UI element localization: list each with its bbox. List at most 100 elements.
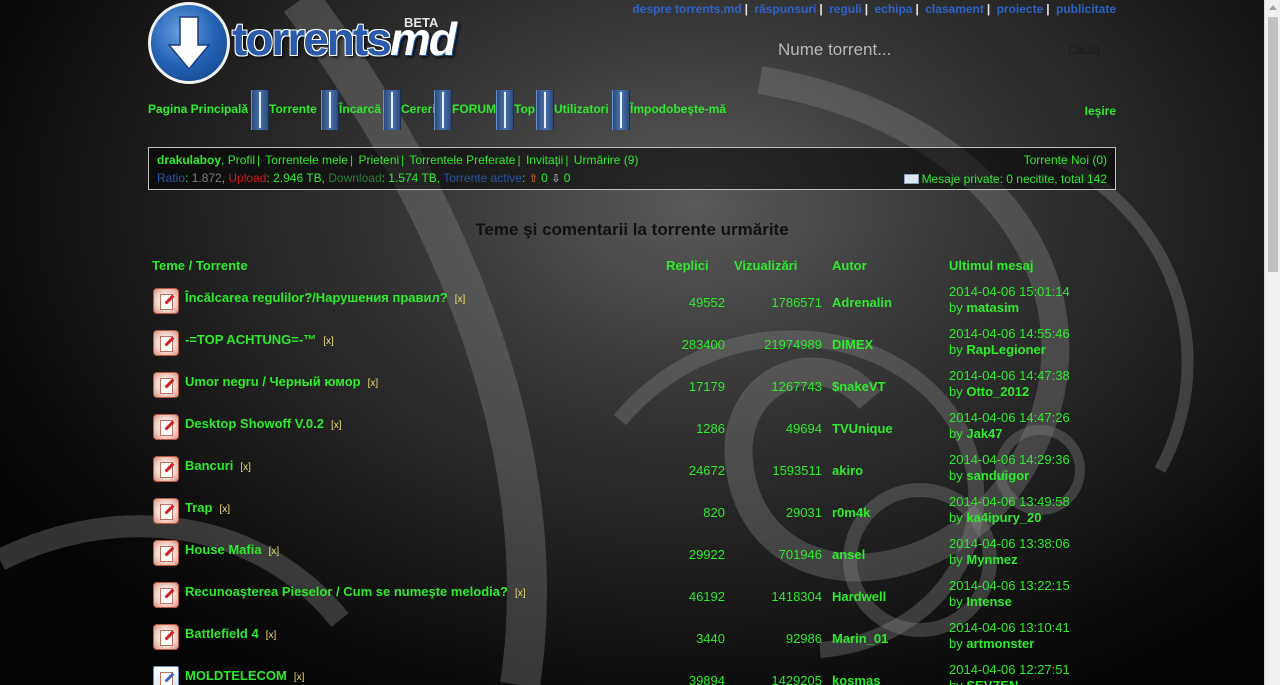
topic-link[interactable]: Trap [185, 500, 212, 515]
user-link-favorites[interactable]: Torrentele Preferate [409, 153, 515, 167]
nav-item-top[interactable]: Top [514, 102, 535, 116]
unwatch-button[interactable]: [x] [266, 630, 277, 641]
last-message-date[interactable]: 2014-04-06 13:22:15 [949, 578, 1070, 593]
last-message-user[interactable]: matasim [966, 300, 1019, 315]
unwatch-button[interactable]: [x] [240, 462, 251, 473]
last-message-user[interactable]: SEVZEN [966, 678, 1018, 685]
topic-link[interactable]: Bancuri [185, 458, 233, 473]
last-message-date[interactable]: 2014-04-06 15:01:14 [949, 284, 1070, 299]
user-link-friends[interactable]: Prieteni [358, 153, 399, 167]
nav-separator [251, 90, 269, 130]
scroll-up-icon[interactable] [1269, 5, 1277, 10]
nav-item-forum[interactable]: FORUM [452, 102, 496, 116]
nav-separator [612, 90, 630, 130]
last-message-user[interactable]: Mynmez [966, 552, 1017, 567]
unwatch-button[interactable]: [x] [455, 294, 466, 305]
author-link[interactable]: $nakeVT [832, 379, 885, 394]
nav-item-impodobeste[interactable]: Împodobeşte-mă [630, 102, 726, 116]
top-link-clasament[interactable]: clasament [925, 2, 984, 16]
seeding-arrow-icon: ⇧ [528, 173, 538, 185]
top-link-reguli[interactable]: reguli [829, 2, 862, 16]
logout-link[interactable]: Ieşire [1085, 104, 1116, 118]
nav-item-home[interactable]: Pagina Principală [148, 102, 248, 116]
author-link[interactable]: kosmas [832, 673, 880, 685]
topic-link[interactable]: Recunoaşterea Pieselor / Cum se numeşte … [185, 584, 508, 599]
last-message-user[interactable]: Jak47 [966, 426, 1002, 441]
site-logo[interactable]: torrentsmd BETA [148, 2, 458, 84]
top-link-proiecte[interactable]: proiecte [997, 2, 1044, 16]
table-row: Recunoaşterea Pieselor / Cum se numeşte … [148, 578, 1116, 620]
author-link[interactable]: r0m4k [832, 505, 870, 520]
last-message-date[interactable]: 2014-04-06 13:49:58 [949, 494, 1070, 509]
topic-link[interactable]: MOLDTELECOM [185, 668, 287, 683]
topic-title-cell: House Mafia [x] [185, 542, 279, 557]
download-arrow-icon [148, 2, 230, 84]
user-link-profile[interactable]: Profil [228, 153, 255, 167]
last-message-date[interactable]: 2014-04-06 13:38:06 [949, 536, 1070, 551]
unwatch-button[interactable]: [x] [331, 420, 342, 431]
top-link-echipa[interactable]: echipa [874, 2, 912, 16]
replies-count: 283400 [681, 337, 725, 352]
upload-label: Upload [228, 171, 267, 185]
last-message-date[interactable]: 2014-04-06 12:27:51 [949, 662, 1070, 677]
unwatch-button[interactable]: [x] [294, 672, 305, 683]
unwatch-button[interactable]: [x] [269, 546, 280, 557]
vertical-scrollbar[interactable] [1264, 0, 1280, 685]
topic-link[interactable]: Umor negru / Черный юмор [185, 374, 361, 389]
topic-link[interactable]: Încălcarea regulilor?/Нарушения правил? [185, 290, 448, 305]
last-message-date[interactable]: 2014-04-06 14:29:36 [949, 452, 1070, 467]
topic-link[interactable]: Desktop Showoff V.0.2 [185, 416, 324, 431]
last-message-user[interactable]: ka4ipury_20 [966, 510, 1041, 525]
author-link[interactable]: Adrenalin [832, 295, 892, 310]
username[interactable]: drakulaboy [157, 153, 221, 167]
nav-item-cereri[interactable]: Cereri [401, 102, 436, 116]
unwatch-button[interactable]: [x] [323, 336, 334, 347]
top-link-despre[interactable]: despre torrents.md [632, 2, 741, 16]
user-link-invites[interactable]: Invitaţii [526, 153, 563, 167]
search-button[interactable]: Caută [1068, 43, 1100, 57]
topic-title-cell: Battlefield 4 [x] [185, 626, 276, 641]
page-container: torrentsmd BETA despre torrents.md | răsp… [148, 0, 1116, 685]
topic-link[interactable]: Battlefield 4 [185, 626, 259, 641]
new-torrents-link[interactable]: Torrente Noi (0) [1024, 153, 1107, 167]
nav-item-torrente[interactable]: Torrente [269, 102, 317, 116]
unwatch-button[interactable]: [x] [515, 588, 526, 599]
nav-item-utilizatori[interactable]: Utilizatori [554, 102, 609, 116]
last-message-date[interactable]: 2014-04-06 14:55:46 [949, 326, 1070, 341]
replies-count: 29922 [688, 547, 725, 562]
unwatch-button[interactable]: [x] [368, 378, 379, 389]
author-link[interactable]: DIMEX [832, 337, 873, 352]
author-link[interactable]: Hardwell [832, 589, 886, 604]
last-message-date[interactable]: 2014-04-06 14:47:38 [949, 368, 1070, 383]
topic-link[interactable]: -=TOP ACHTUNG=-™ [185, 332, 316, 347]
last-message-date[interactable]: 2014-04-06 14:47:26 [949, 410, 1070, 425]
author-link[interactable]: akiro [832, 463, 863, 478]
table-header: Teme / Torrente Replici Vizualizări Auto… [148, 258, 1116, 276]
last-message-user[interactable]: RapLegioner [966, 342, 1045, 357]
table-row: Battlefield 4 [x] 3440 92986 Marin_01 2014-04… [148, 620, 1116, 662]
last-message-user[interactable]: artmonster [966, 636, 1034, 651]
last-message-user[interactable]: Otto_2012 [966, 384, 1029, 399]
ratio-label: Ratio [157, 171, 186, 185]
by-label: by [949, 384, 963, 399]
top-link-raspunsuri[interactable]: răspunsuri [754, 2, 816, 16]
nav-item-upload[interactable]: Încarcă [339, 102, 381, 116]
user-link-watching[interactable]: Urmărire (9) [574, 153, 639, 167]
user-panel: drakulaboy, Profil | Torrentele mele | Pri… [148, 147, 1116, 190]
table-row: Umor negru / Черный юмор [x] 17179 1267743 $… [148, 368, 1116, 410]
topic-link[interactable]: House Mafia [185, 542, 262, 557]
author-link[interactable]: TVUnique [832, 421, 893, 436]
search-input[interactable] [778, 37, 1048, 63]
last-message-date[interactable]: 2014-04-06 13:10:41 [949, 620, 1070, 635]
author-link[interactable]: Marin_01 [832, 631, 888, 646]
top-link-publicitate[interactable]: publicitate [1056, 2, 1116, 16]
last-message-user[interactable]: sanduigor [966, 468, 1029, 483]
scrollbar-thumb[interactable] [1268, 17, 1278, 272]
author-link[interactable]: ansel [832, 547, 865, 562]
top-links: despre torrents.md | răspunsuri | reguli | … [632, 2, 1116, 16]
last-message-user[interactable]: Intense [966, 594, 1012, 609]
private-messages[interactable]: Mesaje private: 0 necitite, total 142 [903, 172, 1107, 186]
unwatch-button[interactable]: [x] [219, 504, 230, 515]
user-link-my-torrents[interactable]: Torrentele mele [265, 153, 348, 167]
topic-icon [153, 288, 179, 314]
